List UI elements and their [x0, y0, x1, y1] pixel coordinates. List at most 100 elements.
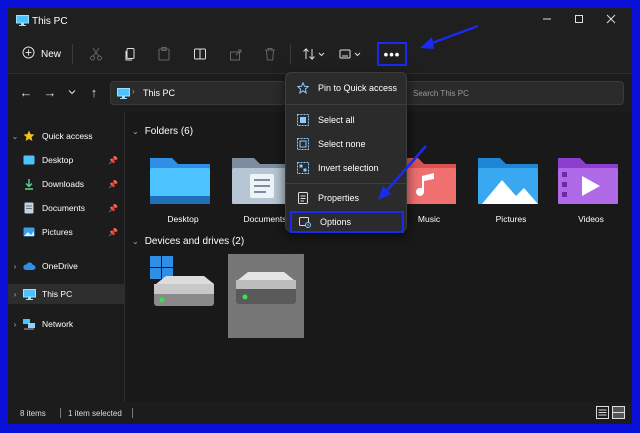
folder-pictures[interactable]: Pictures — [476, 150, 546, 230]
explorer-window: This PC New ••• ← → ↑ › This PC Search T… — [8, 8, 632, 424]
menu-item-label: Pin to Quick access — [318, 83, 398, 93]
nav-item-label: Downloads — [42, 179, 85, 189]
forward-arrow-icon[interactable]: → — [42, 85, 58, 101]
new-button[interactable]: New — [22, 45, 61, 63]
menu-divider — [286, 183, 406, 184]
select-none-icon — [296, 138, 310, 150]
breadcrumb: This PC — [143, 88, 176, 98]
hard-drive-icon — [234, 268, 298, 311]
system-drive-icon — [148, 256, 218, 313]
status-divider — [60, 408, 61, 418]
plus-circle-icon — [22, 46, 35, 62]
select-all-icon — [296, 114, 310, 126]
chevron-down-icon[interactable]: ⌄ — [132, 127, 139, 136]
menu-item-options[interactable]: Options — [290, 211, 404, 233]
menu-item-select-none[interactable]: Select none — [290, 133, 404, 155]
folder-desktop[interactable]: Desktop — [148, 150, 218, 230]
close-icon[interactable] — [598, 11, 624, 31]
nav-item-label: Pictures — [42, 227, 73, 237]
nav-item-network[interactable]: › Network — [8, 314, 124, 334]
rename-icon[interactable] — [192, 46, 210, 62]
chevron-right-icon[interactable]: › — [8, 320, 22, 329]
folder-label: Desktop — [167, 214, 199, 224]
nav-item-onedrive[interactable]: › OneDrive — [8, 256, 124, 276]
command-bar: New ••• — [8, 34, 632, 74]
monitor-icon — [22, 288, 36, 300]
monitor-icon — [117, 88, 130, 102]
menu-item-pin-quick-access[interactable]: Pin to Quick access — [290, 77, 404, 99]
copy-icon[interactable] — [122, 46, 140, 62]
download-icon — [22, 178, 36, 190]
paste-icon[interactable] — [156, 46, 174, 62]
menu-divider — [286, 104, 406, 105]
nav-item-quick-access[interactable]: ⌄ Quick access — [8, 126, 124, 146]
menu-item-label: Select none — [318, 139, 366, 149]
status-bar: 8 items 1 item selected — [8, 402, 632, 424]
nav-item-documents[interactable]: Documents 📌 — [8, 198, 124, 218]
nav-item-downloads[interactable]: Downloads 📌 — [8, 174, 124, 194]
maximize-icon[interactable] — [566, 11, 592, 31]
share-icon[interactable] — [228, 46, 246, 62]
see-more-button[interactable]: ••• — [377, 42, 407, 66]
chevron-down-icon[interactable]: ⌄ — [8, 132, 22, 141]
minimize-icon[interactable] — [534, 11, 560, 31]
nav-item-label: OneDrive — [42, 261, 78, 271]
drives-group-header[interactable]: ⌄ Devices and drives (2) — [132, 236, 244, 247]
pin-icon: 📌 — [108, 203, 118, 213]
options-icon — [298, 216, 312, 228]
pin-icon: 📌 — [108, 155, 118, 165]
back-arrow-icon[interactable]: ← — [18, 85, 34, 101]
folder-label: Pictures — [495, 214, 527, 224]
cut-icon[interactable] — [88, 46, 106, 62]
nav-item-label: Quick access — [42, 131, 93, 141]
properties-icon — [296, 192, 310, 204]
group-header-label: Folders (6) — [144, 126, 194, 137]
monitor-icon — [16, 15, 29, 29]
sort-icon[interactable] — [302, 46, 328, 62]
up-arrow-icon[interactable]: ↑ — [86, 85, 102, 101]
chevron-right-icon[interactable]: › — [8, 290, 22, 299]
drive-system[interactable] — [148, 254, 224, 338]
menu-item-invert-selection[interactable]: Invert selection — [290, 157, 404, 179]
view-icon[interactable] — [338, 46, 364, 62]
toolbar-divider — [72, 44, 73, 64]
chevron-down-icon[interactable]: ⌄ — [132, 237, 139, 246]
pictures-folder-icon — [476, 158, 540, 211]
delete-icon[interactable] — [262, 46, 280, 62]
menu-item-properties[interactable]: Properties — [290, 187, 404, 209]
new-button-label: New — [41, 48, 62, 60]
window-title: This PC — [32, 16, 68, 27]
menu-item-label: Select all — [318, 115, 355, 125]
document-icon — [22, 202, 36, 214]
chevron-right-icon[interactable]: › — [8, 262, 22, 271]
network-icon — [22, 318, 36, 330]
star-outline-icon — [296, 82, 310, 94]
picture-icon — [22, 226, 36, 238]
folder-videos[interactable]: Videos — [556, 150, 626, 230]
desktop-icon — [22, 154, 36, 166]
search-placeholder: Search This PC — [413, 89, 469, 98]
breadcrumb-chevron-icon: › — [132, 87, 135, 96]
videos-folder-icon — [556, 158, 620, 211]
nav-item-label: Network — [42, 319, 74, 329]
nav-item-pictures[interactable]: Pictures 📌 — [8, 222, 124, 242]
search-input[interactable]: Search This PC — [404, 81, 624, 105]
recent-chevron-icon[interactable] — [64, 85, 80, 101]
tiles-view-icon[interactable] — [612, 406, 625, 421]
drive-data[interactable] — [228, 254, 304, 338]
address-bar[interactable]: › This PC — [110, 81, 286, 105]
folders-group-header[interactable]: ⌄ Folders (6) — [132, 126, 193, 137]
item-count: 8 items — [20, 409, 46, 418]
nav-item-this-pc[interactable]: › This PC — [8, 284, 124, 304]
nav-item-desktop[interactable]: Desktop 📌 — [8, 150, 124, 170]
menu-item-select-all[interactable]: Select all — [290, 109, 404, 131]
nav-item-label: Desktop — [42, 155, 74, 165]
desktop-folder-icon — [148, 158, 212, 211]
folder-label: Videos — [578, 214, 604, 224]
menu-item-label: Invert selection — [318, 163, 379, 173]
pin-icon: 📌 — [108, 179, 118, 189]
details-view-icon[interactable] — [596, 406, 609, 421]
status-divider — [132, 408, 133, 418]
pin-icon: 📌 — [108, 227, 118, 237]
nav-item-label: This PC — [42, 289, 73, 299]
